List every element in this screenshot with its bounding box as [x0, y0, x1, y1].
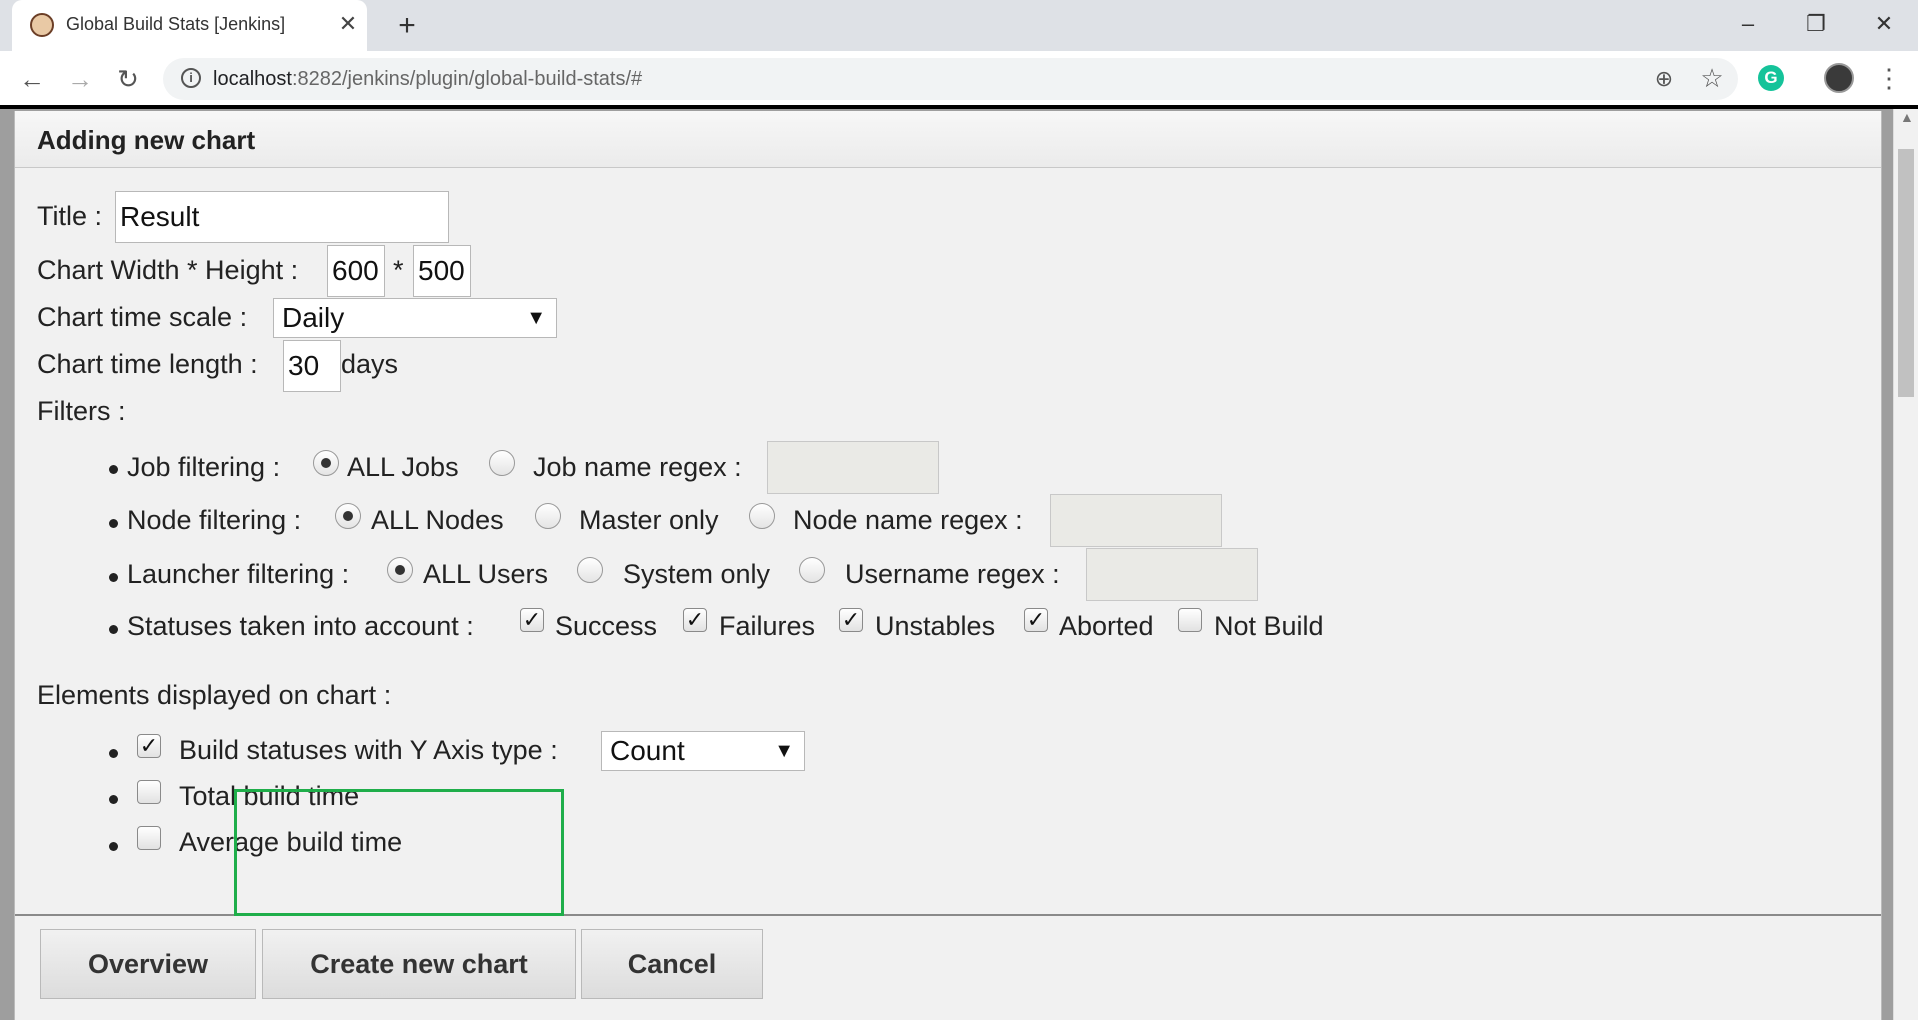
size-label: Chart Width * Height : [37, 255, 299, 285]
launcher-filter-system-label: System only [623, 559, 771, 589]
dialog-header: Adding new chart [15, 111, 1881, 168]
time-scale-select[interactable]: Daily ▼ [273, 298, 557, 338]
list-bullet [109, 795, 118, 804]
dropdown-arrow-icon: ▼ [774, 740, 794, 762]
filters-label: Filters : [37, 396, 126, 426]
browser-tab[interactable]: Global Build Stats [Jenkins] ✕ [12, 0, 367, 51]
address-bar[interactable]: i localhost:8282/jenkins/plugin/global-b… [163, 58, 1738, 100]
y-axis-type-select[interactable]: Count ▼ [601, 731, 805, 771]
job-filter-regex-label: Job name regex : [533, 452, 742, 482]
close-tab-icon[interactable]: ✕ [334, 10, 362, 38]
status-unstables-checkbox[interactable]: ✓ [839, 608, 863, 632]
restore-window-icon[interactable]: ❐ [1786, 6, 1846, 42]
url-text[interactable]: localhost:8282/jenkins/plugin/global-bui… [213, 68, 642, 91]
list-bullet [109, 573, 118, 582]
build-statuses-label: Build statuses with Y Axis type : [179, 735, 558, 765]
statuses-label: Statuses taken into account : [127, 611, 474, 641]
status-not-build-label: Not Build [1214, 611, 1324, 641]
tab-title: Global Build Stats [Jenkins] [66, 14, 286, 34]
list-bullet [109, 625, 118, 634]
back-arrow-icon[interactable]: ← [14, 61, 50, 97]
username-regex-input[interactable] [1086, 548, 1258, 601]
launcher-filter-all-radio[interactable] [387, 557, 413, 583]
cancel-button[interactable]: Cancel [581, 929, 763, 999]
status-not-build-checkbox[interactable] [1178, 608, 1202, 632]
elements-label: Elements displayed on chart : [37, 680, 392, 710]
size-separator: * [393, 255, 404, 285]
status-unstables-label: Unstables [875, 611, 996, 641]
chart-width-input[interactable] [327, 245, 385, 297]
node-filter-all-radio[interactable] [335, 503, 361, 529]
node-filter-regex-radio[interactable] [749, 503, 775, 529]
create-new-chart-button[interactable]: Create new chart [262, 929, 576, 999]
status-success-checkbox[interactable]: ✓ [520, 608, 544, 632]
chart-title-input[interactable] [115, 191, 449, 243]
scroll-up-arrow-icon[interactable]: ▲ [1900, 109, 1914, 125]
total-build-time-checkbox[interactable] [137, 780, 161, 804]
node-filter-all-label: ALL Nodes [371, 505, 504, 535]
reload-icon[interactable]: ↻ [110, 61, 146, 97]
chart-height-input[interactable] [413, 245, 471, 297]
job-filter-regex-radio[interactable] [489, 450, 515, 476]
overview-button[interactable]: Overview [40, 929, 256, 999]
jenkins-favicon-icon [30, 13, 54, 37]
time-length-label: Chart time length : [37, 349, 258, 379]
job-filter-all-radio[interactable] [313, 450, 339, 476]
list-bullet [109, 519, 118, 528]
time-scale-value: Daily [282, 302, 345, 333]
average-build-time-checkbox[interactable] [137, 826, 161, 850]
status-failures-checkbox[interactable]: ✓ [683, 608, 707, 632]
job-name-regex-input[interactable] [767, 441, 939, 494]
launcher-filter-regex-radio[interactable] [799, 557, 825, 583]
scrollbar-thumb[interactable] [1898, 149, 1914, 397]
node-filter-regex-label: Node name regex : [793, 505, 1023, 535]
list-bullet [109, 465, 118, 474]
status-failures-label: Failures [719, 611, 816, 641]
status-aborted-label: Aborted [1059, 611, 1154, 641]
launcher-filter-all-label: ALL Users [423, 559, 549, 589]
job-filter-all-label: ALL Jobs [347, 452, 459, 482]
launcher-filter-system-radio[interactable] [577, 557, 603, 583]
zoom-icon[interactable]: ⊕ [1651, 66, 1677, 92]
status-success-label: Success [555, 611, 658, 641]
browser-tab-strip: Global Build Stats [Jenkins] ✕ + – ❐ ✕ [0, 0, 1918, 51]
list-bullet [109, 842, 118, 851]
launcher-filter-regex-label: Username regex : [845, 559, 1060, 589]
list-bullet [109, 749, 118, 758]
time-length-input[interactable] [283, 340, 341, 392]
dialog-title: Adding new chart [37, 125, 256, 155]
minimize-window-icon[interactable]: – [1718, 6, 1778, 42]
launcher-filtering-label: Launcher filtering : [127, 559, 350, 589]
title-label: Title : [37, 201, 103, 231]
grammarly-extension-icon[interactable]: G [1758, 65, 1784, 91]
time-scale-label: Chart time scale : [37, 302, 248, 332]
new-tab-icon[interactable]: + [390, 9, 424, 43]
dropdown-arrow-icon: ▼ [526, 307, 546, 329]
job-filtering-label: Job filtering : [127, 452, 281, 482]
profile-avatar[interactable] [1824, 63, 1854, 93]
highlight-box [234, 789, 564, 916]
node-filter-master-radio[interactable] [535, 503, 561, 529]
forward-arrow-icon[interactable]: → [62, 61, 98, 97]
bookmark-star-icon[interactable]: ☆ [1698, 64, 1726, 92]
page-scrollbar[interactable]: ▲ [1893, 109, 1918, 1020]
build-statuses-checkbox[interactable]: ✓ [137, 734, 161, 758]
site-info-icon[interactable]: i [181, 68, 201, 88]
node-filtering-label: Node filtering : [127, 505, 302, 535]
time-length-unit: days [341, 349, 399, 379]
status-aborted-checkbox[interactable]: ✓ [1024, 608, 1048, 632]
browser-toolbar: ← → ↻ i localhost:8282/jenkins/plugin/gl… [0, 51, 1918, 106]
node-filter-master-label: Master only [579, 505, 719, 535]
y-axis-type-value: Count [610, 735, 685, 766]
close-window-icon[interactable]: ✕ [1854, 6, 1914, 42]
node-name-regex-input[interactable] [1050, 494, 1222, 547]
more-menu-icon[interactable]: ⋮ [1874, 63, 1904, 93]
